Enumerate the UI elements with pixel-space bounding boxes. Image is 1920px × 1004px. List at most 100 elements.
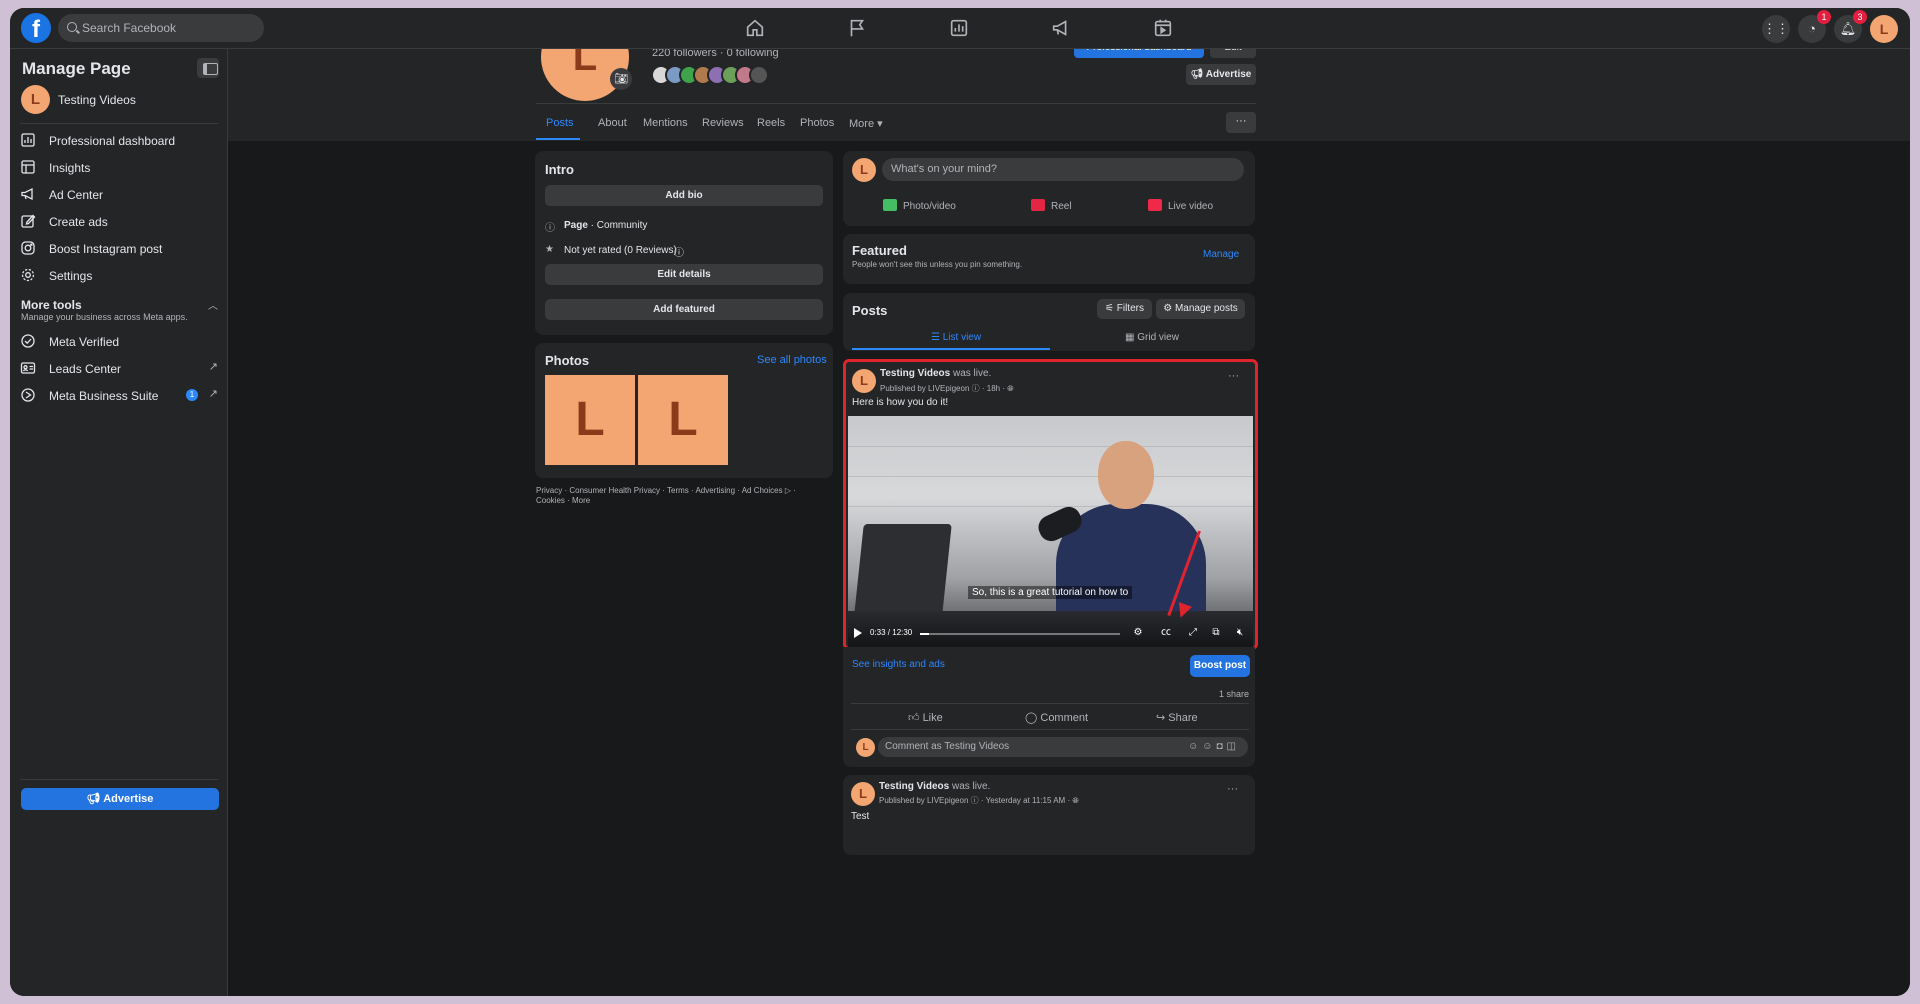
commenter-avatar: L	[856, 738, 875, 757]
video-player[interactable]: So, this is a great tutorial on how to 0…	[848, 416, 1253, 648]
manage-featured-link[interactable]: Manage	[1203, 249, 1239, 260]
whats-on-your-mind-input[interactable]: What's on your mind?	[882, 158, 1244, 181]
boost-post-button[interactable]: Boost post	[1190, 655, 1250, 677]
advertise-button[interactable]: 📢︎ Advertise	[1186, 64, 1256, 85]
photo-video-button[interactable]: Photo/video	[883, 199, 956, 212]
reel-button[interactable]: Reel	[1031, 199, 1072, 212]
sidebar-item-ad-center[interactable]: Ad Center	[20, 183, 218, 207]
like-button[interactable]: 👍︎ Like	[908, 711, 943, 724]
search-input[interactable]: Search Facebook	[58, 14, 264, 42]
tab-mentions[interactable]: Mentions	[643, 117, 688, 129]
edit-button[interactable]: Edit	[1210, 49, 1256, 58]
play-icon[interactable]	[854, 628, 862, 638]
picture-in-picture-icon[interactable]: ⧉	[1209, 626, 1223, 640]
see-all-photos-link[interactable]: See all photos	[757, 354, 827, 366]
video-seek-bar[interactable]	[920, 633, 1120, 635]
post-time[interactable]: Yesterday at 11:15 AM	[986, 796, 1066, 805]
more-options-button[interactable]: ···	[1226, 112, 1256, 133]
sidebar-item-professional-dashboard[interactable]: Professional dashboard	[20, 129, 218, 153]
notifications-bell-icon[interactable]: 🔔︎ 3	[1834, 10, 1867, 43]
advertise-button[interactable]: 📢︎ Advertise	[21, 788, 219, 810]
post-options-icon[interactable]: ···	[1227, 783, 1238, 795]
add-bio-button[interactable]: Add bio	[545, 185, 823, 206]
add-featured-button[interactable]: Add featured	[545, 299, 823, 320]
sidebar-item-meta-business-suite[interactable]: Meta Business Suite 1 ↗	[20, 384, 218, 408]
dashboard-icon	[20, 132, 36, 148]
comment-tools-icons[interactable]: ☺☺◘◫	[1188, 737, 1240, 757]
professional-dashboard-button[interactable]: Professional dashboard	[1074, 49, 1204, 58]
account-avatar[interactable]: L	[1870, 15, 1898, 43]
tab-posts[interactable]: Posts	[546, 117, 574, 129]
post-author-avatar[interactable]: L	[851, 782, 875, 806]
tab-reviews[interactable]: Reviews	[702, 117, 744, 129]
followers-count[interactable]: 220 followers · 0 following	[652, 49, 779, 59]
collapse-sidebar-icon[interactable]	[197, 58, 219, 78]
dashboard-icon[interactable]	[948, 17, 970, 39]
video-wall-line	[848, 446, 1253, 447]
sidebar-item-insights[interactable]: Insights	[20, 156, 218, 180]
post-options-icon[interactable]: ···	[1228, 370, 1239, 382]
sidebar-item-create-ads[interactable]: Create ads	[20, 210, 218, 234]
flag-icon[interactable]	[846, 17, 868, 39]
calendar-play-icon[interactable]	[1152, 17, 1174, 39]
composer-avatar: L	[852, 158, 876, 182]
featured-title: Featured	[852, 243, 907, 258]
post-time[interactable]: 18h	[987, 384, 1000, 393]
megaphone-icon[interactable]	[1050, 17, 1072, 39]
edit-details-button[interactable]: Edit details	[545, 264, 823, 285]
page-label: Page	[564, 220, 588, 231]
apps-grid-icon[interactable]: ⋮⋮	[1762, 15, 1790, 43]
more-tools-heading[interactable]: More tools	[21, 298, 82, 312]
video-controls: 0:33 / 12:30 ⚙ ㏄ ⤢ ⧉ 🔇︎	[848, 622, 1253, 648]
more-tools-subtitle: Manage your business across Meta apps.	[21, 312, 188, 322]
list-view-tab[interactable]: ☰ List view	[931, 332, 981, 343]
manage-posts-button[interactable]: ⚙ Manage posts	[1156, 299, 1245, 319]
post-author-name[interactable]: Testing Videos	[880, 368, 950, 379]
sidebar-item-meta-verified[interactable]: Meta Verified	[20, 330, 218, 354]
sidebar-page-switcher[interactable]: L Testing Videos	[21, 85, 221, 117]
tab-about[interactable]: About	[598, 117, 627, 129]
tab-more[interactable]: More ▾	[849, 117, 883, 130]
sidebar-item-boost-instagram-post[interactable]: Boost Instagram post	[20, 237, 218, 261]
count-badge: 1	[186, 389, 198, 401]
comment-input[interactable]: Comment as Testing Videos ☺☺◘◫	[878, 737, 1248, 757]
sidebar-item-settings[interactable]: Settings	[20, 264, 218, 288]
chevron-up-icon[interactable]: ︿	[208, 297, 218, 312]
footer-links[interactable]: Privacy · Consumer Health Privacy · Term…	[536, 486, 826, 506]
sidebar-item-label: Settings	[49, 269, 93, 283]
photo-thumbnail[interactable]: L	[638, 375, 728, 465]
volume-muted-icon[interactable]: 🔇︎	[1233, 626, 1247, 640]
sidebar-item-label: Meta Verified	[49, 335, 120, 349]
photo-thumbnail[interactable]: L	[545, 375, 635, 465]
post-author-avatar[interactable]: L	[852, 369, 876, 393]
tab-reels[interactable]: Reels	[757, 117, 785, 129]
closed-captions-icon[interactable]: ㏄	[1159, 626, 1173, 640]
sidebar-item-label: Insights	[49, 161, 91, 175]
home-icon[interactable]	[744, 17, 766, 39]
instagram-icon	[20, 240, 36, 256]
reel-label: Reel	[1051, 201, 1072, 212]
post-meta: Published by LIVEpigeon ⓘ · 18h · 🌐︎	[880, 384, 1014, 393]
facebook-logo-icon[interactable]: f	[21, 13, 51, 43]
fullscreen-icon[interactable]: ⤢	[1186, 626, 1200, 640]
live-video-button[interactable]: Live video	[1148, 199, 1213, 212]
see-insights-link[interactable]: See insights and ads	[852, 659, 945, 670]
post-author-name[interactable]: Testing Videos	[879, 781, 949, 792]
sidebar-item-leads-center[interactable]: Leads Center ↗	[20, 357, 218, 381]
divider	[851, 703, 1249, 704]
info-icon[interactable]: ⓘ	[674, 244, 684, 259]
help-icon: ⓘ	[971, 384, 980, 393]
filters-button[interactable]: ⚟ Filters	[1097, 299, 1152, 319]
video-time: 0:33 / 12:30	[870, 628, 913, 637]
camera-icon[interactable]: 📷︎	[610, 68, 632, 90]
follower-avatars[interactable]	[651, 65, 769, 87]
gear-icon[interactable]: ⚙	[1131, 626, 1145, 640]
grid-view-tab[interactable]: ▦ Grid view	[1125, 332, 1179, 343]
share-button[interactable]: ↪ Share	[1156, 711, 1198, 724]
share-count[interactable]: 1 share	[1219, 689, 1249, 699]
messenger-icon[interactable]: ◔ 1	[1798, 10, 1831, 43]
tab-photos[interactable]: Photos	[800, 117, 834, 129]
post-card: L Testing Videos was live. Published by …	[843, 775, 1255, 855]
like-label: Like	[922, 712, 943, 724]
comment-button[interactable]: ◯ Comment	[1025, 711, 1088, 724]
